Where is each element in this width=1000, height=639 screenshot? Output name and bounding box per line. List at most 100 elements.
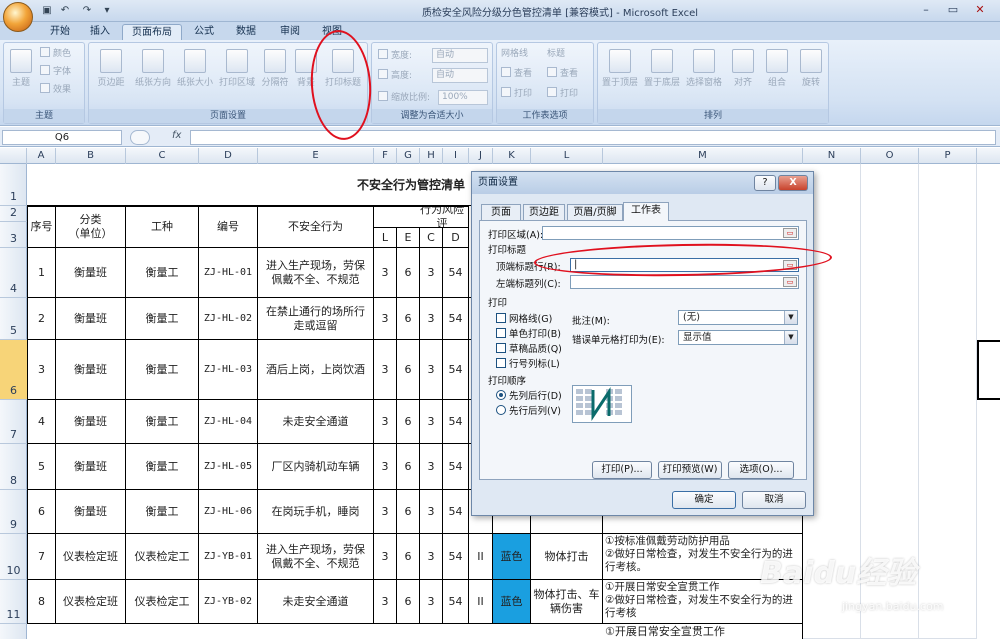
tab-review[interactable]: 审阅: [272, 24, 308, 40]
colors-button[interactable]: 颜色: [40, 47, 71, 61]
cell-l[interactable]: 3: [374, 298, 397, 340]
tab-home[interactable]: 开始: [42, 24, 78, 40]
bring-front-button[interactable]: 置于顶层: [600, 47, 640, 109]
cell-d[interactable]: 54: [443, 490, 469, 534]
size-button[interactable]: 纸张大小: [175, 47, 215, 109]
cell-seq[interactable]: 4: [27, 400, 56, 444]
tab-page-layout[interactable]: 页面布局: [122, 24, 182, 40]
cell-behavior[interactable]: 进入生产现场，劳保佩戴不全、不规范: [258, 534, 374, 580]
cell-l[interactable]: 3: [374, 444, 397, 490]
customize-toolbar-icon[interactable]: ▾: [100, 4, 114, 18]
print-preview-button[interactable]: 打印预览(W): [658, 461, 722, 479]
cell-k[interactable]: 蓝色: [493, 580, 531, 624]
cell-seq[interactable]: 6: [27, 490, 56, 534]
header-category[interactable]: 分类 （单位）: [56, 206, 126, 248]
row-header-5[interactable]: 5: [0, 298, 27, 340]
cell-job[interactable]: 衡量工: [126, 248, 199, 298]
cell-job[interactable]: 衡量工: [126, 490, 199, 534]
cell-l[interactable]: 3: [374, 534, 397, 580]
cell-seq[interactable]: 3: [27, 340, 56, 400]
cell-job[interactable]: 衡量工: [126, 400, 199, 444]
cell-seq[interactable]: 2: [27, 298, 56, 340]
over-then-down-radio[interactable]: 先行后列(V): [496, 403, 561, 417]
office-button[interactable]: [3, 2, 33, 32]
theme-button[interactable]: 主题: [6, 47, 36, 109]
cell-category[interactable]: 衡量班: [56, 298, 126, 340]
gridlines-checkbox[interactable]: 网格线(G): [496, 311, 552, 325]
col-header-l[interactable]: L: [531, 148, 603, 164]
cell-category[interactable]: 仪表检定班: [56, 534, 126, 580]
col-header-g[interactable]: G: [397, 148, 420, 164]
cell-k[interactable]: 蓝色: [493, 534, 531, 580]
cell-c[interactable]: 3: [420, 400, 443, 444]
monochrome-checkbox[interactable]: 单色打印(B): [496, 326, 561, 340]
left-cols-input[interactable]: ▭: [570, 275, 799, 289]
fonts-button[interactable]: 字体: [40, 65, 71, 79]
cell-category[interactable]: 仪表检定班: [56, 580, 126, 624]
header-e[interactable]: E: [397, 228, 420, 248]
row-header-4[interactable]: 4: [0, 248, 27, 298]
cell-seq[interactable]: 7: [27, 534, 56, 580]
header-risk[interactable]: 行为风险评: [374, 206, 469, 228]
cell-l[interactable]: 3: [374, 340, 397, 400]
height-select[interactable]: 自动: [432, 68, 488, 83]
cell-code[interactable]: ZJ-YB-01: [199, 534, 258, 580]
row-header-10[interactable]: 10: [0, 534, 27, 580]
row-header-1[interactable]: 1: [0, 164, 27, 206]
cell-behavior[interactable]: 未走安全通道: [258, 580, 374, 624]
tab-margins[interactable]: 页边距: [523, 204, 565, 220]
header-d[interactable]: D: [443, 228, 469, 248]
cell-e[interactable]: 6: [397, 580, 420, 624]
header-seq[interactable]: 序号: [27, 206, 56, 248]
col-header-c[interactable]: C: [126, 148, 199, 164]
collapse-dialog-icon[interactable]: ▭: [783, 228, 797, 238]
cell-e[interactable]: 6: [397, 248, 420, 298]
header-code[interactable]: 编号: [199, 206, 258, 248]
col-header-k[interactable]: K: [493, 148, 531, 164]
cell-behavior[interactable]: 进入生产现场，劳保佩戴不全、不规范: [258, 248, 374, 298]
cell-j[interactable]: II: [469, 580, 493, 624]
scale-input[interactable]: 100%: [438, 90, 488, 105]
cell-category[interactable]: 衡量班: [56, 490, 126, 534]
cell-m12[interactable]: ①开展日常安全宣贯工作: [603, 624, 803, 639]
width-select[interactable]: 自动: [432, 48, 488, 63]
options-button[interactable]: 选项(O)...: [728, 461, 794, 479]
cell-job[interactable]: 仪表检定工: [126, 534, 199, 580]
col-header-m[interactable]: M: [603, 148, 803, 164]
maximize-button[interactable]: ▭: [940, 1, 966, 19]
header-behavior[interactable]: 不安全行为: [258, 206, 374, 248]
tab-data[interactable]: 数据: [228, 24, 264, 40]
close-button[interactable]: ✕: [967, 1, 993, 19]
cell-d[interactable]: 54: [443, 400, 469, 444]
col-header-d[interactable]: D: [199, 148, 258, 164]
margins-button[interactable]: 页边距: [93, 47, 129, 109]
header-job[interactable]: 工种: [126, 206, 199, 248]
header-l[interactable]: L: [374, 228, 397, 248]
name-box[interactable]: Q6: [2, 130, 122, 145]
draft-checkbox[interactable]: 草稿品质(Q): [496, 341, 562, 355]
errors-select[interactable]: 显示值 ▼: [678, 330, 798, 345]
col-header-o[interactable]: O: [861, 148, 919, 164]
selected-cell[interactable]: [977, 340, 1000, 400]
cell-l[interactable]: 3: [374, 400, 397, 444]
cell-l[interactable]: 3: [374, 248, 397, 298]
cell-behavior[interactable]: 在禁止通行的场所行走或逗留: [258, 298, 374, 340]
cell-d[interactable]: 54: [443, 580, 469, 624]
select-all-button[interactable]: [0, 148, 27, 164]
row-header-8[interactable]: 8: [0, 444, 27, 490]
cell-job[interactable]: 衡量工: [126, 340, 199, 400]
row-header-9[interactable]: 9: [0, 490, 27, 534]
cell-category[interactable]: 衡量班: [56, 400, 126, 444]
col-header-i[interactable]: I: [443, 148, 469, 164]
row-header-2[interactable]: 2: [0, 206, 27, 222]
cell-d[interactable]: 54: [443, 340, 469, 400]
help-button[interactable]: ?: [754, 175, 776, 191]
align-button[interactable]: 对齐: [728, 47, 758, 109]
cell-c[interactable]: 3: [420, 248, 443, 298]
header-c[interactable]: C: [420, 228, 443, 248]
cell-code[interactable]: ZJ-HL-01: [199, 248, 258, 298]
cell-category[interactable]: 衡量班: [56, 444, 126, 490]
col-header-p[interactable]: P: [919, 148, 977, 164]
cell-d[interactable]: 54: [443, 298, 469, 340]
cell-job[interactable]: 衡量工: [126, 298, 199, 340]
